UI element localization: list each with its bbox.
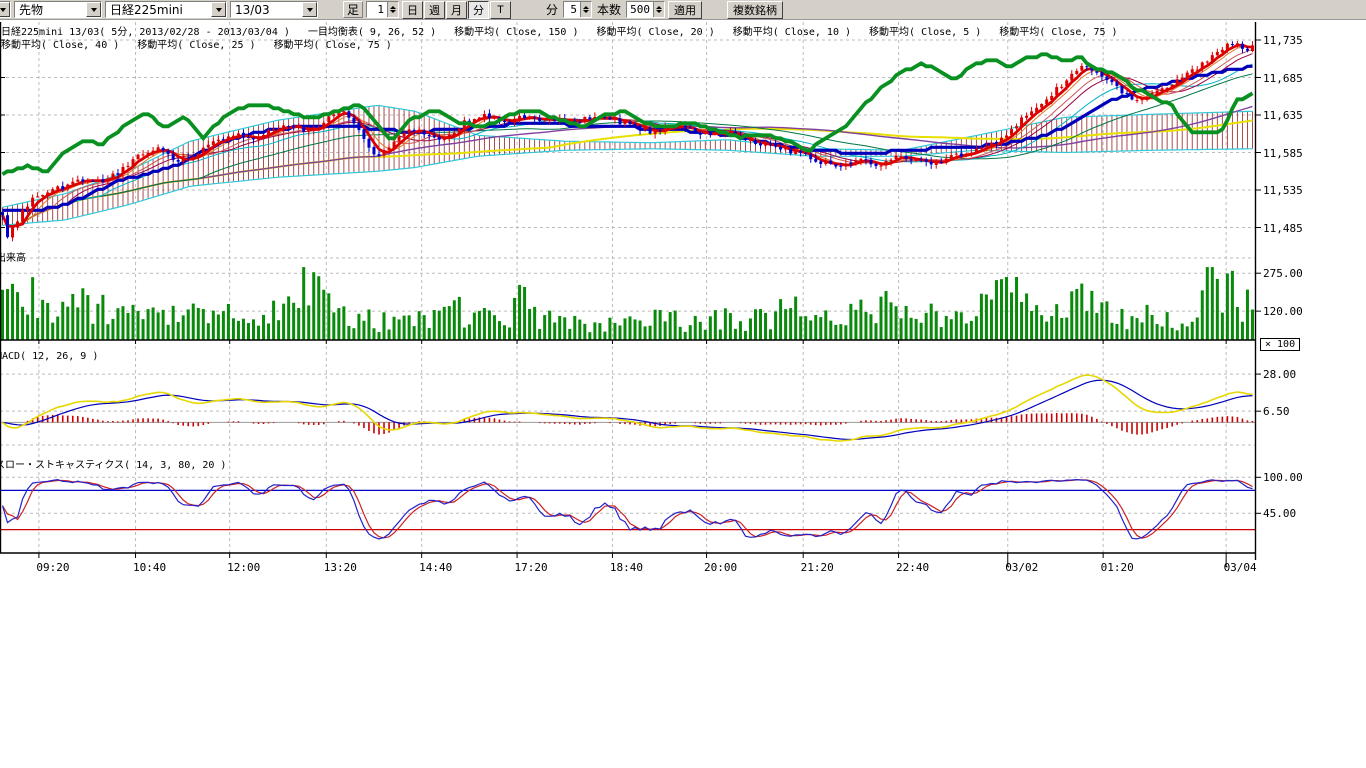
bar-count-label: 本数 — [595, 1, 623, 18]
y-axis-label: 28.00 — [1263, 368, 1296, 381]
legend-item: 移動平均( Close, 75 ) — [999, 23, 1117, 38]
spinner-arrows-icon[interactable] — [387, 2, 398, 17]
dropdown-arrow-icon[interactable] — [211, 2, 226, 17]
minute-spinner[interactable]: 5 — [563, 1, 592, 18]
volume-panel-title: 出来高 — [0, 249, 26, 264]
legend-item: 移動平均( Close, 20 ) — [596, 23, 714, 38]
x-axis-label: 17:20 — [509, 561, 553, 574]
x-axis-label: 18:40 — [604, 561, 648, 574]
macd-panel-title: MACD( 12, 26, 9 ) — [0, 351, 98, 362]
spinner-arrows-icon[interactable] — [580, 2, 591, 17]
x-axis-label: 20:00 — [699, 561, 743, 574]
y-axis-label: 45.00 — [1263, 507, 1296, 520]
dropdown-arrow-icon[interactable] — [302, 2, 317, 17]
spinner-arrows-icon[interactable] — [653, 2, 664, 17]
dropdown-arrow-icon[interactable] — [0, 2, 10, 17]
legend-item: 移動平均( Close, 25 ) — [137, 36, 255, 51]
contract-month-combo[interactable]: 13/03 — [230, 1, 318, 18]
minute-value: 5 — [564, 3, 580, 16]
bar-interval-value: 1 — [367, 3, 387, 16]
legend-item: 移動平均( Close, 5 ) — [869, 23, 981, 38]
x-axis-label: 21:20 — [795, 561, 839, 574]
bar-type-label: 足 — [343, 1, 363, 18]
y-axis-label: 11,685 — [1263, 72, 1303, 85]
y-axis-label: 11,735 — [1263, 34, 1303, 47]
legend-item: 移動平均( Close, 10 ) — [733, 23, 851, 38]
x-axis-label: 03/04 — [1218, 561, 1262, 574]
symbol-combo-value: 日経225mini — [106, 1, 211, 18]
legend-item: 移動平均( Close, 75 ) — [274, 36, 392, 51]
category-combo[interactable]: 先物 — [14, 1, 102, 18]
minute-label: 分 — [544, 1, 560, 18]
bar-count-spinner[interactable]: 500 — [626, 1, 665, 18]
app-window: 先物 日経225mini 13/03 足 1 日週月分T 分 5 本数 500 … — [0, 0, 1366, 768]
legend-row-2: 移動平均( Close, 40 ) 移動平均( Close, 25 ) 移動平均( … — [1, 36, 392, 51]
bar-interval-spinner[interactable]: 1 — [366, 1, 399, 18]
contract-month-value: 13/03 — [231, 3, 302, 17]
x-axis-label: 03/02 — [1000, 561, 1044, 574]
x-axis-label: 14:40 — [414, 561, 458, 574]
period-button-week[interactable]: 週 — [424, 1, 445, 19]
y-axis-label: 100.00 — [1263, 471, 1303, 484]
dropdown-arrow-icon[interactable] — [86, 2, 101, 17]
x-axis-label: 10:40 — [128, 561, 172, 574]
period-button-minute[interactable]: 分 — [468, 1, 489, 19]
legend-item: 移動平均( Close, 150 ) — [454, 23, 578, 38]
y-axis-label: 120.00 — [1263, 305, 1303, 318]
chart-canvas — [0, 0, 1366, 768]
period-button-month[interactable]: 月 — [446, 1, 467, 19]
instrument-combo-partial[interactable] — [0, 1, 11, 18]
y-axis-label: 11,485 — [1263, 222, 1303, 235]
volume-multiplier-badge: × 100 — [1260, 338, 1300, 351]
stochastics-panel-title: スロー・ストキャスティクス( 14, 3, 80, 20 ) — [0, 456, 226, 471]
period-button-tick[interactable]: T — [490, 1, 511, 19]
y-axis-label: 11,585 — [1263, 147, 1303, 160]
y-axis-label: 275.00 — [1263, 267, 1303, 280]
x-axis-label: 01:20 — [1095, 561, 1139, 574]
legend-item: 移動平均( Close, 40 ) — [1, 36, 119, 51]
period-button-day[interactable]: 日 — [402, 1, 423, 19]
symbol-combo[interactable]: 日経225mini — [105, 1, 227, 18]
x-axis-label: 22:40 — [891, 561, 935, 574]
toolbar: 先物 日経225mini 13/03 足 1 日週月分T 分 5 本数 500 … — [0, 0, 1366, 20]
category-combo-value: 先物 — [15, 1, 86, 18]
y-axis-label: 11,635 — [1263, 109, 1303, 122]
apply-button[interactable]: 適用 — [668, 1, 702, 19]
period-button-group: 日週月分T — [402, 1, 511, 19]
bar-count-value: 500 — [627, 3, 653, 16]
y-axis-label: 11,535 — [1263, 184, 1303, 197]
x-axis-label: 09:20 — [31, 561, 75, 574]
y-axis-label: 6.50 — [1263, 405, 1290, 418]
multi-symbol-button[interactable]: 複数銘柄 — [727, 1, 783, 19]
x-axis-label: 12:00 — [222, 561, 266, 574]
x-axis-label: 13:20 — [318, 561, 362, 574]
